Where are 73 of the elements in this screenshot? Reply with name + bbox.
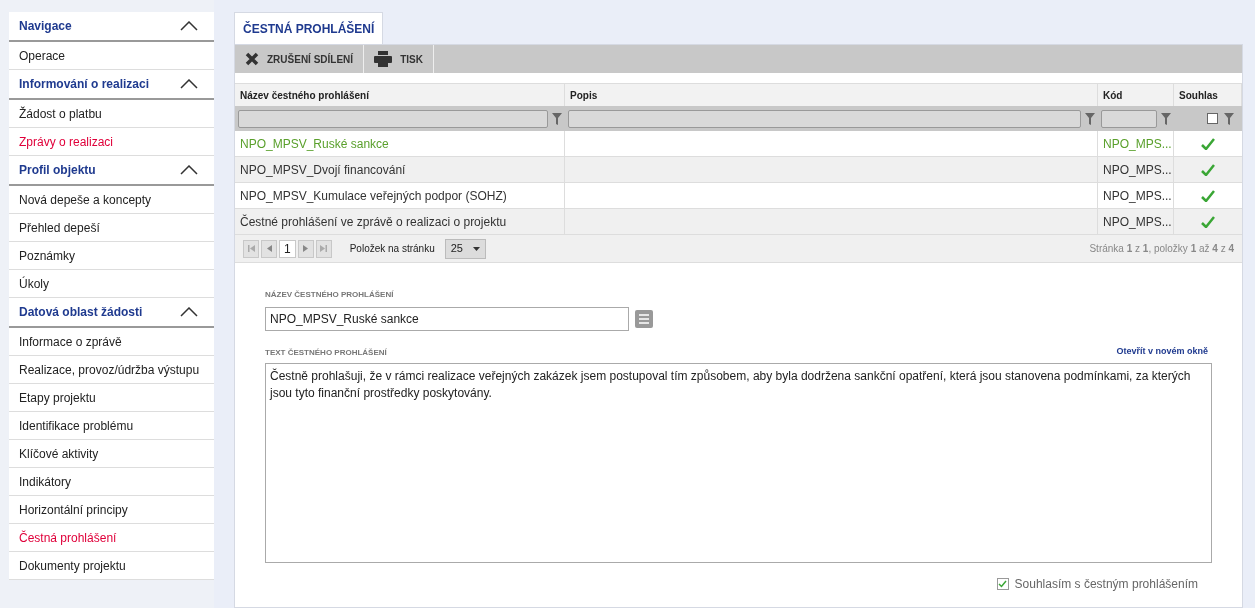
sidebar-item[interactable]: Identifikace problému: [9, 412, 214, 440]
printer-icon: [374, 51, 393, 67]
skip-forward-icon: [320, 245, 328, 252]
declaration-text-area[interactable]: Čestně prohlašuji, že v rámci realizace veřejných zakázek jsem postupoval tím způsobem, aby byla dodržena sankční opatření, která jsou stanovena podmínkami, za kterých jsou tyto finanční prostředky poskytovány.: [265, 362, 1212, 563]
sidebar-section-header[interactable]: Profil objektu: [9, 156, 214, 186]
page-size-label: Položek na stránku: [349, 242, 435, 256]
table-row[interactable]: Čestné prohlášení ve zprávě o realizaci o projektu NPO_MPS...: [235, 209, 1242, 235]
sidebar-item[interactable]: Nová depeše a koncepty: [9, 186, 214, 214]
next-page-button[interactable]: [297, 239, 314, 258]
filter-icon[interactable]: [552, 112, 562, 125]
name-input[interactable]: NPO_MPSV_Ruské sankce: [265, 307, 629, 331]
section-title: Informování o realizaci: [19, 76, 150, 93]
sidebar-item[interactable]: Indikátory: [9, 468, 214, 496]
sidebar-item[interactable]: Etapy projektu: [9, 384, 214, 412]
chevron-up-icon: [180, 21, 198, 31]
section-tab[interactable]: ČESTNÁ PROHLÁŠENÍ: [234, 12, 384, 44]
table-cell: Čestné prohlášení ve zprávě o realizaci o projektu: [235, 209, 565, 234]
page-field[interactable]: 1: [279, 239, 296, 258]
sidebar-item[interactable]: Realizace, provoz/údržba výstupu: [9, 356, 214, 384]
previous-page-button[interactable]: [261, 239, 277, 258]
table-row[interactable]: NPO_MPSV_Dvojí financování NPO_MPS...: [235, 157, 1242, 183]
table-row[interactable]: NPO_MPSV_Kumulace veřejných podpor (SOHZ) NPO_MPS...: [235, 183, 1242, 209]
sidebar-item[interactable]: Operace: [9, 42, 214, 70]
sidebar-item[interactable]: Čestná prohlášení: [9, 524, 214, 552]
last-page-button[interactable]: [315, 239, 332, 258]
filter-icon[interactable]: [1085, 112, 1095, 125]
table-cell: NPO_MPS...: [1098, 157, 1174, 182]
sidebar-item[interactable]: Poznámky: [9, 242, 214, 270]
table-cell: NPO_MPSV_Dvojí financování: [235, 157, 565, 182]
chevron-up-icon: [180, 165, 198, 175]
table-cell: NPO_MPSV_Ruské sankce: [235, 131, 565, 156]
triangle-left-icon: [265, 245, 273, 252]
first-page-button[interactable]: [243, 239, 259, 258]
sidebar-item[interactable]: Žádost o platbu: [9, 100, 214, 128]
sidebar-item[interactable]: Zprávy o realizaci: [9, 128, 214, 156]
toolbar-button[interactable]: ZRUŠENÍ SDÍLENÍ: [235, 45, 365, 73]
sidebar-item[interactable]: Klíčové aktivity: [9, 440, 214, 468]
skip-back-icon: [247, 245, 255, 252]
sidebar-section-header[interactable]: Navigace: [9, 12, 214, 42]
table-cell: NPO_MPS...: [1098, 131, 1174, 156]
filter-field[interactable]: [568, 109, 1081, 128]
table-cell: NPO_MPS...: [1098, 209, 1174, 234]
caret-icon: [473, 246, 480, 251]
sidebar-item[interactable]: Horizontální principy: [9, 496, 214, 524]
toolbar-button[interactable]: TISK: [364, 45, 434, 73]
page-size-select[interactable]: 25: [444, 238, 486, 259]
section-title: Datová oblast žádosti: [19, 304, 143, 321]
filter-icon[interactable]: [1161, 112, 1171, 125]
close-icon: [245, 52, 259, 66]
triangle-right-icon: [302, 245, 310, 252]
agree-checkbox[interactable]: [996, 577, 1009, 590]
chevron-up-icon: [180, 79, 198, 89]
filter-checkbox[interactable]: [1207, 113, 1218, 124]
field-label: NÁZEV ČESTNÉHO PROHLÁŠENÍ: [265, 289, 395, 301]
sidebar-section-header[interactable]: Informování o realizaci: [9, 70, 214, 100]
open-new-window-link[interactable]: Otevřít v novém okně: [1116, 345, 1208, 359]
table-cell: NPO_MPSV_Kumulace veřejných podpor (SOHZ): [235, 183, 565, 208]
filter-icon[interactable]: [1224, 112, 1234, 125]
paging-info: Stránka 1 z 1, položky 1 až 4 z 4: [1089, 242, 1234, 256]
filter-field[interactable]: [1101, 109, 1157, 128]
sidebar-item[interactable]: Dokumenty projektu: [9, 552, 214, 580]
sidebar-item[interactable]: Informace o zprávě: [9, 328, 214, 356]
chevron-up-icon: [180, 307, 198, 317]
section-title: Navigace: [19, 18, 72, 35]
agree-label: Souhlasím s čestným prohlášením: [1014, 575, 1198, 593]
section-title: Profil objektu: [19, 162, 96, 179]
filter-field[interactable]: [238, 109, 548, 128]
table-cell: NPO_MPS...: [1098, 183, 1174, 208]
sidebar-item[interactable]: Úkoly: [9, 270, 214, 298]
sidebar-item[interactable]: Přehled depeší: [9, 214, 214, 242]
field-label: TEXT ČESTNÉHO PROHLÁŠENÍ: [265, 346, 387, 359]
list-icon[interactable]: [635, 310, 653, 328]
sidebar-section-header[interactable]: Datová oblast žádosti: [9, 298, 214, 328]
